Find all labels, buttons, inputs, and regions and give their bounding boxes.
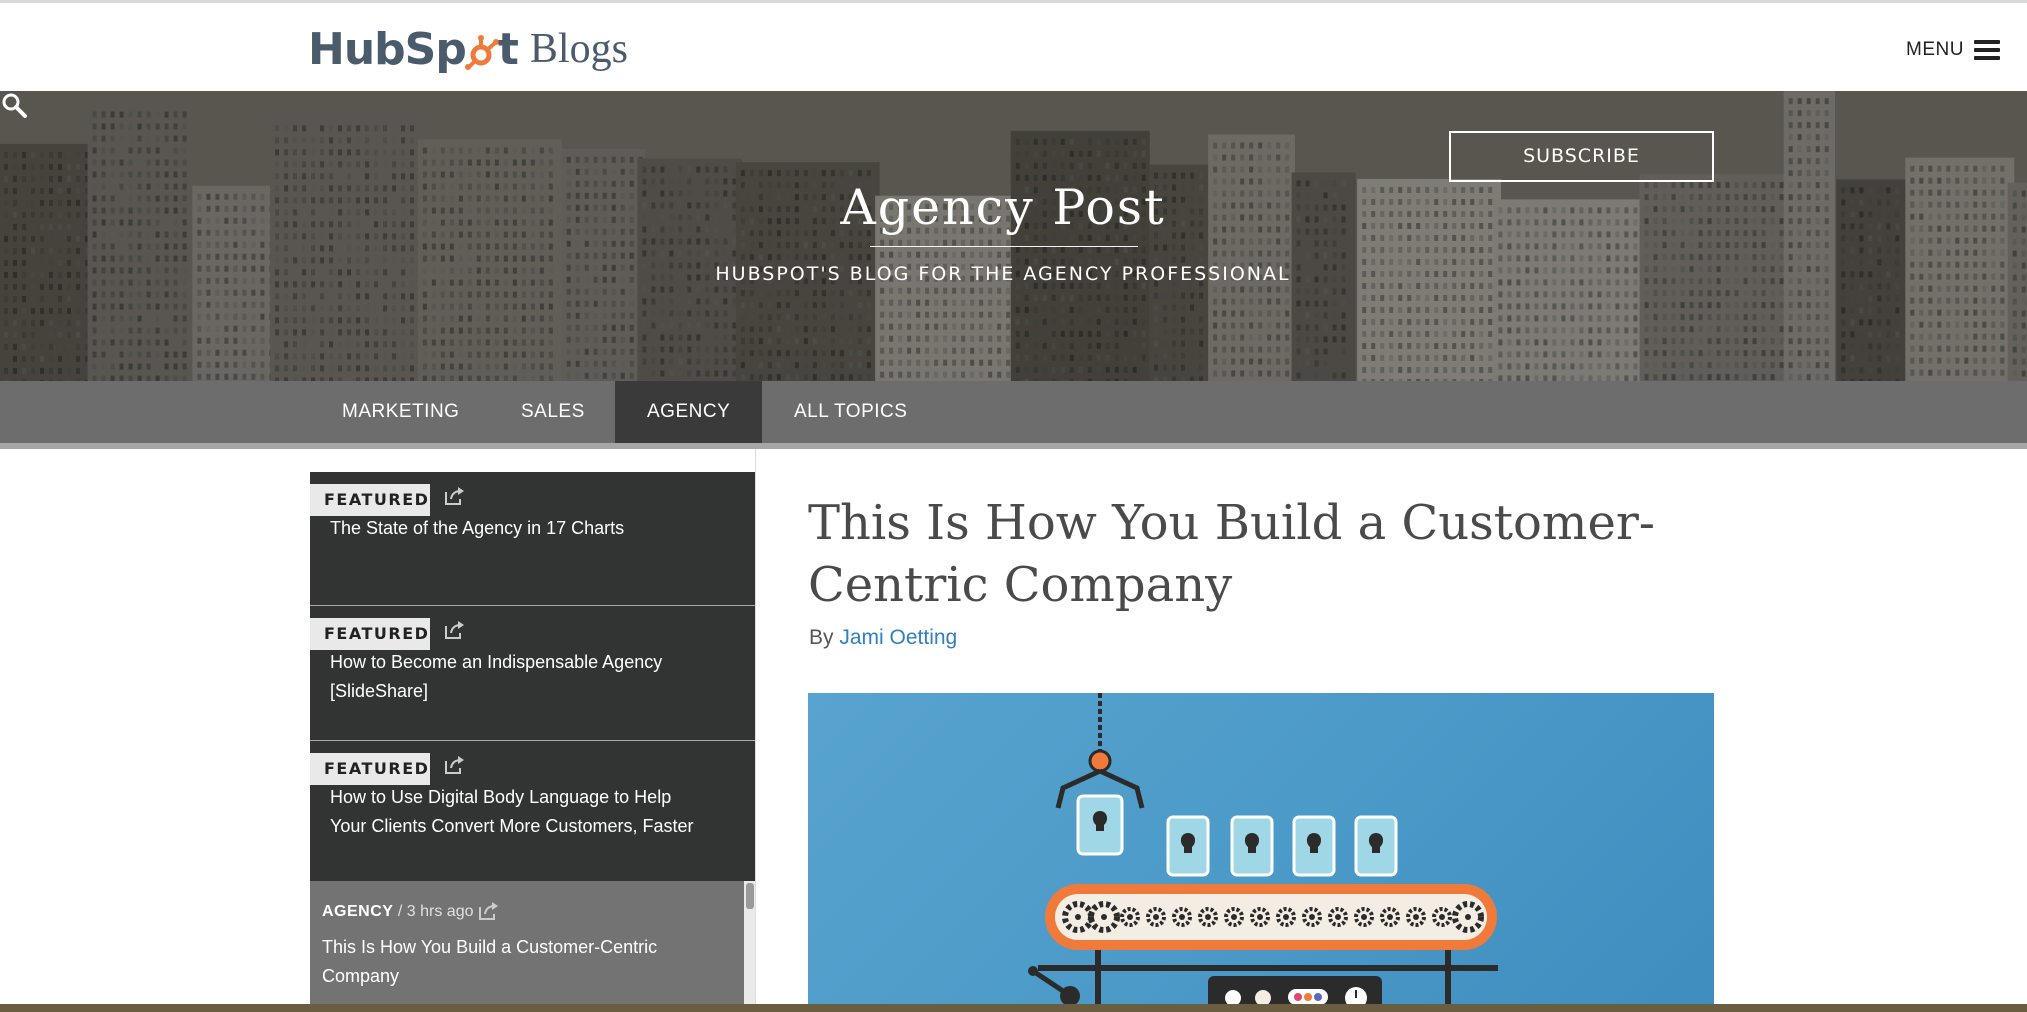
- post-category[interactable]: AGENCY: [322, 903, 393, 920]
- logo-wordmark: HubSp t: [308, 23, 519, 75]
- search-icon[interactable]: [0, 91, 28, 119]
- nav-item-all-topics[interactable]: ALL TOPICS: [762, 381, 939, 443]
- sidebar: FEATURED The State of the Agency in 17 C…: [308, 449, 756, 1012]
- featured-post[interactable]: FEATURED The State of the Agency in 17 C…: [310, 472, 755, 606]
- featured-post[interactable]: FEATURED How to Use Digital Body Languag…: [310, 741, 755, 881]
- hamburger-icon: [1973, 40, 2000, 60]
- title-divider: [870, 246, 1138, 247]
- site-header: HubSp t Blogs MENU: [0, 0, 2027, 91]
- share-icon[interactable]: [444, 755, 466, 775]
- featured-post-title[interactable]: The State of the Agency in 17 Charts: [330, 514, 706, 543]
- logo-blogs-text: Blogs: [529, 26, 628, 72]
- subscribe-button[interactable]: SUBSCRIBE: [1449, 131, 1714, 182]
- hero-overlay: [0, 91, 2027, 381]
- hubspot-blogs-logo[interactable]: HubSp t Blogs: [308, 21, 628, 77]
- blog-title: Agency Post: [840, 179, 1166, 236]
- recent-post[interactable]: AGENCY / 3 hrs ago This Is How You Build…: [310, 881, 744, 1012]
- scrollbar-thumb[interactable]: [746, 883, 754, 909]
- post-meta: AGENCY / 3 hrs ago: [322, 903, 474, 921]
- byline-prefix: By: [809, 626, 840, 649]
- menu-button[interactable]: MENU: [1906, 39, 2000, 61]
- recent-post-title[interactable]: This Is How You Build a Customer-Centric…: [322, 933, 724, 991]
- featured-post-title[interactable]: How to Use Digital Body Language to Help…: [330, 783, 706, 841]
- menu-label: MENU: [1906, 39, 1964, 60]
- article-byline: By Jami Oetting: [809, 626, 957, 650]
- article-title: This Is How You Build a Customer-Centric…: [808, 495, 1656, 613]
- topic-nav: MARKETING SALES AGENCY ALL TOPICS: [0, 381, 2027, 449]
- featured-badge: FEATURED: [310, 753, 430, 785]
- post-time: / 3 hrs ago: [393, 903, 474, 920]
- nav-item-marketing[interactable]: MARKETING: [310, 381, 491, 443]
- share-icon[interactable]: [444, 620, 466, 640]
- featured-post[interactable]: FEATURED How to Become an Indispensable …: [310, 606, 755, 741]
- conveyor-illustration: [1028, 693, 1498, 1012]
- blog-hero-banner: SUBSCRIBE Agency Post HUBSPOT'S BLOG FOR…: [0, 91, 2027, 381]
- nav-item-sales[interactable]: SALES: [489, 381, 617, 443]
- sprocket-logo-icon: [464, 34, 499, 70]
- share-icon[interactable]: [444, 486, 466, 506]
- article-featured-image: [808, 693, 1714, 1012]
- blog-tagline: HUBSPOT'S BLOG FOR THE AGENCY PROFESSION…: [715, 263, 1291, 285]
- nav-item-agency[interactable]: AGENCY: [615, 381, 763, 443]
- featured-badge: FEATURED: [310, 484, 430, 516]
- featured-badge: FEATURED: [310, 618, 430, 650]
- os-taskbar-edge: [0, 1004, 2027, 1012]
- share-icon[interactable]: [478, 901, 500, 921]
- author-link[interactable]: Jami Oetting: [839, 626, 957, 649]
- sidebar-scrollbar[interactable]: [744, 881, 755, 1012]
- featured-post-title[interactable]: How to Become an Indispensable Agency [S…: [330, 648, 706, 706]
